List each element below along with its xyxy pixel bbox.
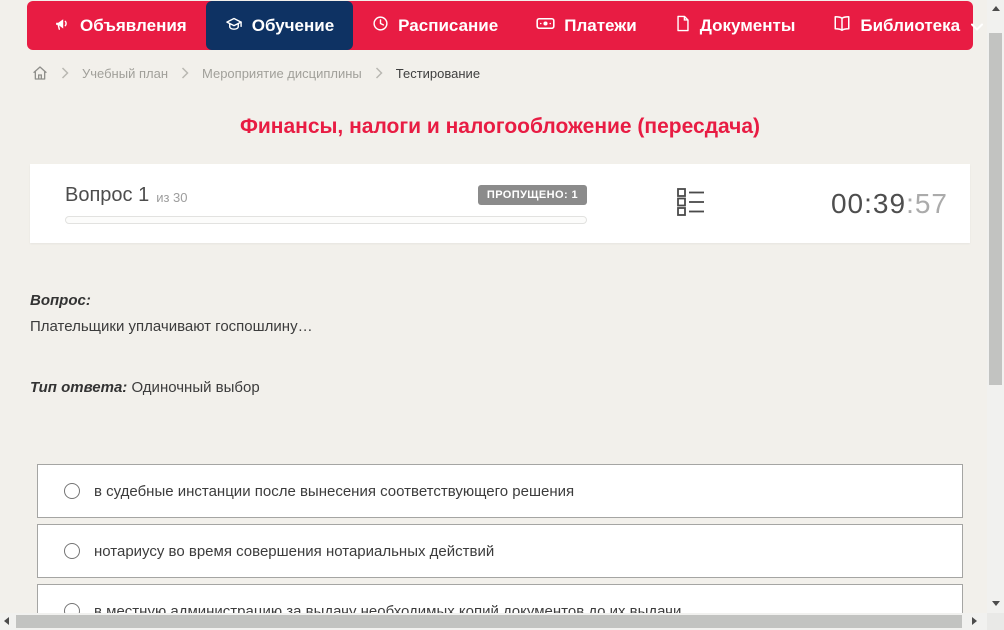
answer-option-row[interactable]: в местную администрацию за выдачу необхо… bbox=[37, 584, 963, 613]
timer-seconds: :57 bbox=[906, 187, 948, 219]
nav-item-payments[interactable]: Платежи bbox=[517, 1, 656, 50]
quiz-header-panel: Вопрос 1 из 30 ПРОПУЩЕНО: 1 00:39:57 bbox=[30, 164, 970, 243]
answer-option-label: в местную администрацию за выдачу необхо… bbox=[94, 602, 682, 614]
main-nav: Объявления Обучение Расписание Платежи Д… bbox=[27, 1, 984, 50]
horizontal-scrollbar-thumb[interactable] bbox=[16, 615, 962, 628]
question-progress-block: Вопрос 1 из 30 ПРОПУЩЕНО: 1 bbox=[65, 184, 587, 224]
radio-button-icon[interactable] bbox=[64, 603, 80, 613]
timer-minutes: 00:39 bbox=[830, 187, 907, 219]
question-list-icon bbox=[677, 187, 704, 220]
scroll-up-icon[interactable] bbox=[992, 6, 1000, 11]
page-title: Финансы, налоги и налогообложение (перес… bbox=[239, 115, 761, 138]
nav-item-label: Документы bbox=[699, 15, 796, 35]
question-label: Вопрос: bbox=[30, 292, 91, 309]
radio-button-icon[interactable] bbox=[64, 483, 80, 499]
answer-option-row[interactable]: в судебные инстанции после вынесения соо… bbox=[37, 464, 963, 518]
chevron-down-icon bbox=[971, 16, 984, 36]
quiz-timer: 00:39:57 bbox=[831, 188, 948, 220]
answer-option-label: в судебные инстанции после вынесения соо… bbox=[94, 482, 575, 500]
graduation-cap-icon bbox=[225, 15, 243, 37]
question-text: Плательщики уплачивают госпошлину… bbox=[30, 318, 313, 335]
scrollbar-corner bbox=[987, 613, 1004, 630]
banknote-icon bbox=[536, 15, 555, 37]
nav-item-label: Расписание bbox=[398, 15, 499, 35]
nav-item-label: Объявления bbox=[80, 15, 187, 35]
answer-option-label: нотариусу во время совершения нотариальн… bbox=[94, 542, 495, 560]
question-number: Вопрос 1 bbox=[65, 183, 150, 206]
progress-bar bbox=[65, 215, 587, 224]
horizontal-scrollbar[interactable] bbox=[0, 613, 987, 630]
question-list-button[interactable] bbox=[673, 183, 708, 224]
nav-item-schedule[interactable]: Расписание bbox=[353, 1, 517, 50]
scroll-right-icon[interactable] bbox=[972, 617, 977, 625]
answer-type-label: Тип ответа: bbox=[30, 379, 128, 396]
vertical-scrollbar[interactable] bbox=[987, 0, 1004, 613]
answer-option-row[interactable]: нотариусу во время совершения нотариальн… bbox=[37, 524, 963, 578]
scroll-left-icon[interactable] bbox=[4, 617, 9, 625]
breadcrumb-separator-icon bbox=[375, 67, 383, 79]
nav-item-label: Библиотека bbox=[860, 15, 961, 35]
nav-item-label: Платежи bbox=[564, 15, 637, 35]
breadcrumb-item-discipline-event[interactable]: Мероприятие дисциплины bbox=[202, 66, 362, 81]
megaphone-icon bbox=[54, 15, 71, 37]
breadcrumb-item-testing: Тестирование bbox=[395, 65, 481, 81]
skipped-badge: ПРОПУЩЕНО: 1 bbox=[477, 185, 587, 205]
breadcrumb: Учебный план Мероприятие дисциплины Тест… bbox=[32, 62, 480, 84]
breadcrumb-separator-icon bbox=[181, 67, 189, 79]
nav-item-label: Обучение bbox=[251, 15, 335, 35]
quiz-page: Объявления Обучение Расписание Платежи Д… bbox=[0, 0, 987, 613]
vertical-scrollbar-thumb[interactable] bbox=[989, 33, 1002, 385]
answer-options: в судебные инстанции после вынесения соо… bbox=[37, 464, 963, 613]
home-icon[interactable] bbox=[32, 65, 48, 81]
nav-item-announcements[interactable]: Объявления bbox=[35, 1, 206, 50]
nav-item-library[interactable]: Библиотека bbox=[814, 1, 987, 50]
nav-item-training[interactable]: Обучение bbox=[205, 1, 354, 50]
document-icon bbox=[675, 15, 691, 37]
answer-type-value: Одиночный выбор bbox=[131, 379, 260, 396]
radio-button-icon[interactable] bbox=[64, 543, 80, 559]
nav-item-documents[interactable]: Документы bbox=[656, 1, 815, 50]
answer-type-row: Тип ответа: Одиночный выбор bbox=[30, 379, 260, 396]
book-icon bbox=[833, 15, 851, 37]
breadcrumb-item-curriculum[interactable]: Учебный план bbox=[82, 66, 168, 81]
clock-icon bbox=[372, 15, 389, 37]
question-total: из 30 bbox=[156, 189, 188, 205]
breadcrumb-separator-icon bbox=[61, 67, 69, 79]
scroll-down-icon[interactable] bbox=[992, 601, 1000, 606]
